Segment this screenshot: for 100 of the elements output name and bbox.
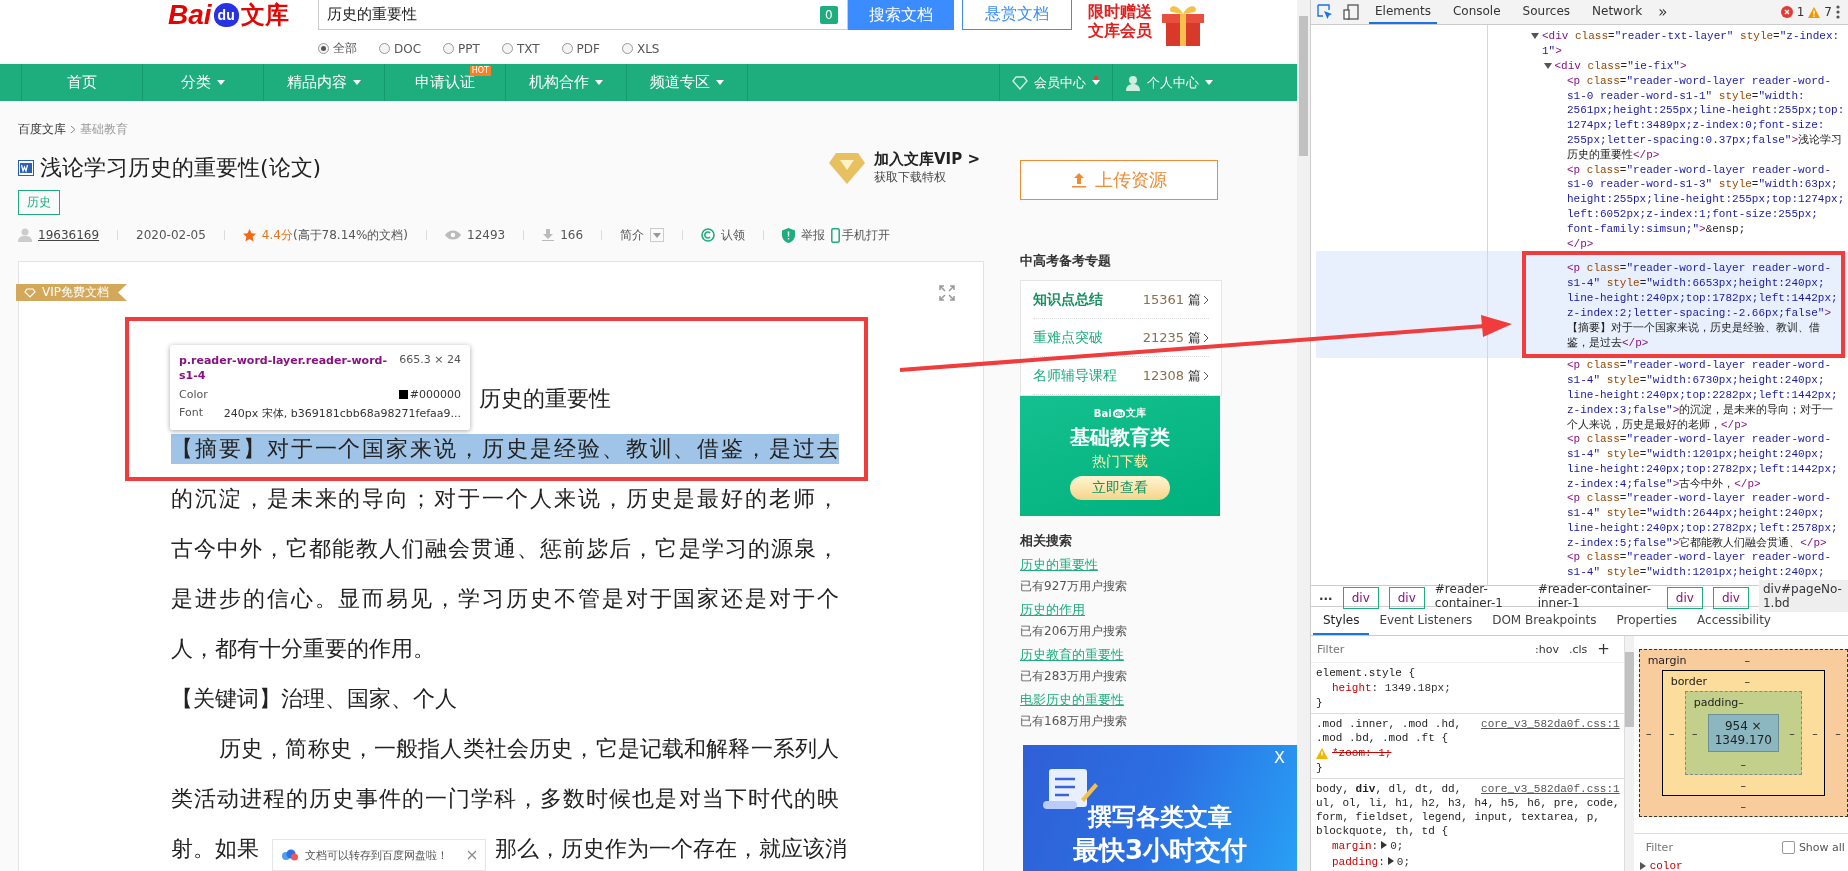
code-line[interactable]: line-height:240px;top:2782px;left:1442px; bbox=[1567, 462, 1838, 475]
scrollbar[interactable] bbox=[1623, 636, 1634, 871]
vip-link[interactable]: 加入文库VIP > bbox=[874, 150, 980, 169]
breadcrumb-item[interactable]: div#pageNo-1.bd bbox=[1758, 580, 1848, 612]
breadcrumb-item[interactable]: div bbox=[1666, 587, 1703, 609]
source-link[interactable]: core_v3_582da0f.css:1 bbox=[1481, 718, 1620, 730]
breadcrumb-item[interactable]: div bbox=[1342, 587, 1379, 609]
breadcrumb-item[interactable]: div bbox=[1388, 587, 1425, 609]
code-line[interactable]: </p> bbox=[1567, 237, 1594, 250]
radio-button[interactable] bbox=[501, 43, 513, 54]
code-line[interactable]: s1-4" style="width:6730px;height:240px; bbox=[1567, 373, 1825, 386]
close-icon[interactable] bbox=[467, 850, 477, 860]
radio-button[interactable] bbox=[443, 43, 455, 54]
topic-link[interactable]: 知识点总结 bbox=[1033, 290, 1103, 309]
panel-tab[interactable]: Event Listeners bbox=[1369, 607, 1483, 635]
error-count[interactable]: 1 bbox=[1796, 5, 1805, 19]
code-line[interactable]: 【摘要】对于一个国家来说，历史是经验、教训、借 bbox=[1567, 320, 1820, 336]
computed-property[interactable]: color bbox=[1649, 860, 1683, 871]
devtools-tab[interactable]: Elements bbox=[1369, 0, 1437, 24]
radio-button[interactable] bbox=[621, 43, 633, 54]
code-line[interactable]: s1-4" style="width:6653px;height:240px; bbox=[1567, 277, 1825, 290]
code-line[interactable]: 2561px;height:255px;line-height:255px;top: bbox=[1567, 104, 1845, 117]
radio-button[interactable] bbox=[318, 43, 329, 54]
breadcrumb-link[interactable]: 百度文库 bbox=[18, 121, 66, 138]
promo-text[interactable]: 限时赠送 bbox=[1088, 2, 1152, 21]
breadcrumb-item[interactable]: ... bbox=[1319, 589, 1333, 603]
code-line[interactable]: font-family:simsun;">&ensp; bbox=[1567, 222, 1746, 235]
code-line[interactable]: z-index:5;false">它都能教人们融会贯通、</p> bbox=[1567, 535, 1827, 551]
logo[interactable]: Bai du 文库 bbox=[168, 0, 308, 30]
css-declaration[interactable]: padding: 0; bbox=[1332, 856, 1411, 868]
code-line[interactable]: line-height:240px;top:2282px;left:1442px; bbox=[1567, 388, 1838, 401]
claim-link[interactable]: 认领 bbox=[721, 226, 746, 244]
code-line[interactable]: 个人来说，历史是最好的老师，</p> bbox=[1567, 416, 1748, 432]
more-tabs-button[interactable]: » bbox=[1658, 3, 1668, 21]
code-line[interactable]: 1"> bbox=[1542, 45, 1562, 58]
code-line[interactable]: <p class="reader-word-layer reader-word- bbox=[1567, 492, 1832, 505]
panel-tab[interactable]: Properties bbox=[1606, 607, 1688, 635]
source-link[interactable]: core_v3_582da0f.css:1 bbox=[1481, 783, 1620, 795]
ad-banner[interactable]: X 撰写各类文章 最快3小时交付 bbox=[1023, 745, 1297, 871]
content-size: 954 × 1349.170 bbox=[1707, 714, 1779, 752]
devtools-tab[interactable]: Network bbox=[1586, 0, 1649, 24]
code-line[interactable]: 历史的重要性</p> bbox=[1567, 147, 1660, 163]
code-line[interactable]: z-index:2;letter-spacing:-2.66px;false"> bbox=[1567, 306, 1832, 319]
breadcrumb-item[interactable]: #reader-container-1 bbox=[1434, 582, 1528, 610]
kebab-menu-icon[interactable] bbox=[1836, 5, 1840, 19]
code-line[interactable]: height:255px;line-height:255px;top:1274px; bbox=[1567, 193, 1845, 206]
code-line[interactable]: <div class="ie-fix"> bbox=[1554, 60, 1687, 72]
checkbox[interactable] bbox=[1781, 840, 1795, 854]
inspect-icon[interactable] bbox=[1317, 4, 1333, 20]
code-line[interactable]: <p class="reader-word-layer reader-word- bbox=[1567, 551, 1832, 564]
css-declaration[interactable]: height: 1349.18px; bbox=[1332, 682, 1451, 694]
code-line[interactable]: <div class="reader-txt-layer" style="z-index: bbox=[1542, 30, 1840, 43]
code-line[interactable]: s1-4" style="width:2644px;height:240px; bbox=[1567, 507, 1825, 520]
css-declaration[interactable]: *zoom: 1; bbox=[1332, 747, 1392, 759]
code-line[interactable]: s1-0 reader-word-s1-3" style="width:63px; bbox=[1567, 178, 1838, 191]
warning-count[interactable]: 7 bbox=[1824, 5, 1832, 19]
code-line[interactable]: <p class="reader-word-layer reader-word- bbox=[1567, 433, 1832, 446]
device-icon[interactable] bbox=[1343, 4, 1359, 20]
scrollbar[interactable] bbox=[1297, 0, 1310, 871]
code-line[interactable]: z-index:4;false">古今中外，</p> bbox=[1567, 476, 1761, 491]
error-icon bbox=[1780, 6, 1793, 18]
code-line[interactable]: <p class="reader-word-layer reader-word- bbox=[1567, 163, 1832, 176]
breadcrumb-item[interactable]: div bbox=[1712, 587, 1749, 609]
code-line[interactable]: <p class="reader-word-layer reader-word- bbox=[1567, 359, 1832, 372]
panel-tab[interactable]: Styles bbox=[1313, 607, 1370, 635]
code-line[interactable]: line-height:240px;top:2782px;left:2578px; bbox=[1567, 521, 1838, 534]
code-line[interactable]: s1-4" style="width:1201px;height:240px; bbox=[1567, 447, 1825, 460]
radio-button[interactable] bbox=[561, 43, 573, 54]
collapsed-triangle-icon[interactable] bbox=[1639, 862, 1646, 870]
code-line[interactable]: s1-4" style="width:1201px;height:240px; bbox=[1567, 566, 1825, 579]
code-line[interactable]: <p class="reader-word-layer reader-word- bbox=[1567, 74, 1832, 87]
report-link[interactable]: 举报 bbox=[801, 226, 826, 244]
radio-button[interactable] bbox=[379, 43, 390, 54]
devtools-tab[interactable]: Sources bbox=[1516, 0, 1577, 24]
css-declaration[interactable]: margin: 0; bbox=[1332, 840, 1404, 852]
code-line[interactable]: 255px;letter-spacing:0.37px;false">浅论学习 bbox=[1567, 132, 1843, 148]
hover-state-button[interactable]: :hov bbox=[1535, 642, 1559, 656]
panel-tab[interactable]: DOM Breakpoints bbox=[1482, 607, 1607, 635]
devtools-tab[interactable]: Console bbox=[1446, 0, 1507, 24]
new-rule-button[interactable]: + bbox=[1597, 640, 1610, 658]
class-button[interactable]: .cls bbox=[1568, 642, 1588, 656]
expanded-triangle-icon[interactable] bbox=[1531, 32, 1539, 41]
code-line[interactable]: left:6052px;z-index:1;font-size:255px; bbox=[1567, 207, 1818, 220]
code-line[interactable]: 1274px;left:3489px;z-index:0;font-size: bbox=[1567, 119, 1825, 132]
mobile-link[interactable]: 手机打开 bbox=[842, 226, 891, 244]
fullscreen-icon[interactable] bbox=[939, 284, 955, 301]
summary-link[interactable]: 简介 bbox=[620, 226, 645, 244]
expanded-triangle-icon[interactable] bbox=[1543, 62, 1552, 70]
dropdown-toggle[interactable] bbox=[650, 228, 665, 242]
rating-rank: (高于78.14%的文档) bbox=[292, 226, 409, 244]
promo-text[interactable]: 文库会员 bbox=[1088, 21, 1152, 40]
breadcrumb-item[interactable]: #reader-container-inner-1 bbox=[1537, 582, 1657, 610]
code-line[interactable]: 鉴，是过去</p> bbox=[1567, 334, 1649, 350]
caret-down-icon bbox=[716, 80, 724, 85]
code-line[interactable]: s1-0 reader-word-s1-1" style="width: bbox=[1567, 89, 1805, 102]
code-line[interactable]: line-height:240px;top:1782px;left:1442px; bbox=[1567, 291, 1838, 304]
code-line[interactable]: z-index:3;false">的沉淀，是未来的导向；对于一 bbox=[1567, 402, 1834, 418]
element-size: 665.3 × 24 bbox=[399, 353, 461, 368]
author-link[interactable]: 19636169 bbox=[38, 228, 100, 242]
code-line[interactable]: <p class="reader-word-layer reader-word- bbox=[1567, 262, 1832, 275]
